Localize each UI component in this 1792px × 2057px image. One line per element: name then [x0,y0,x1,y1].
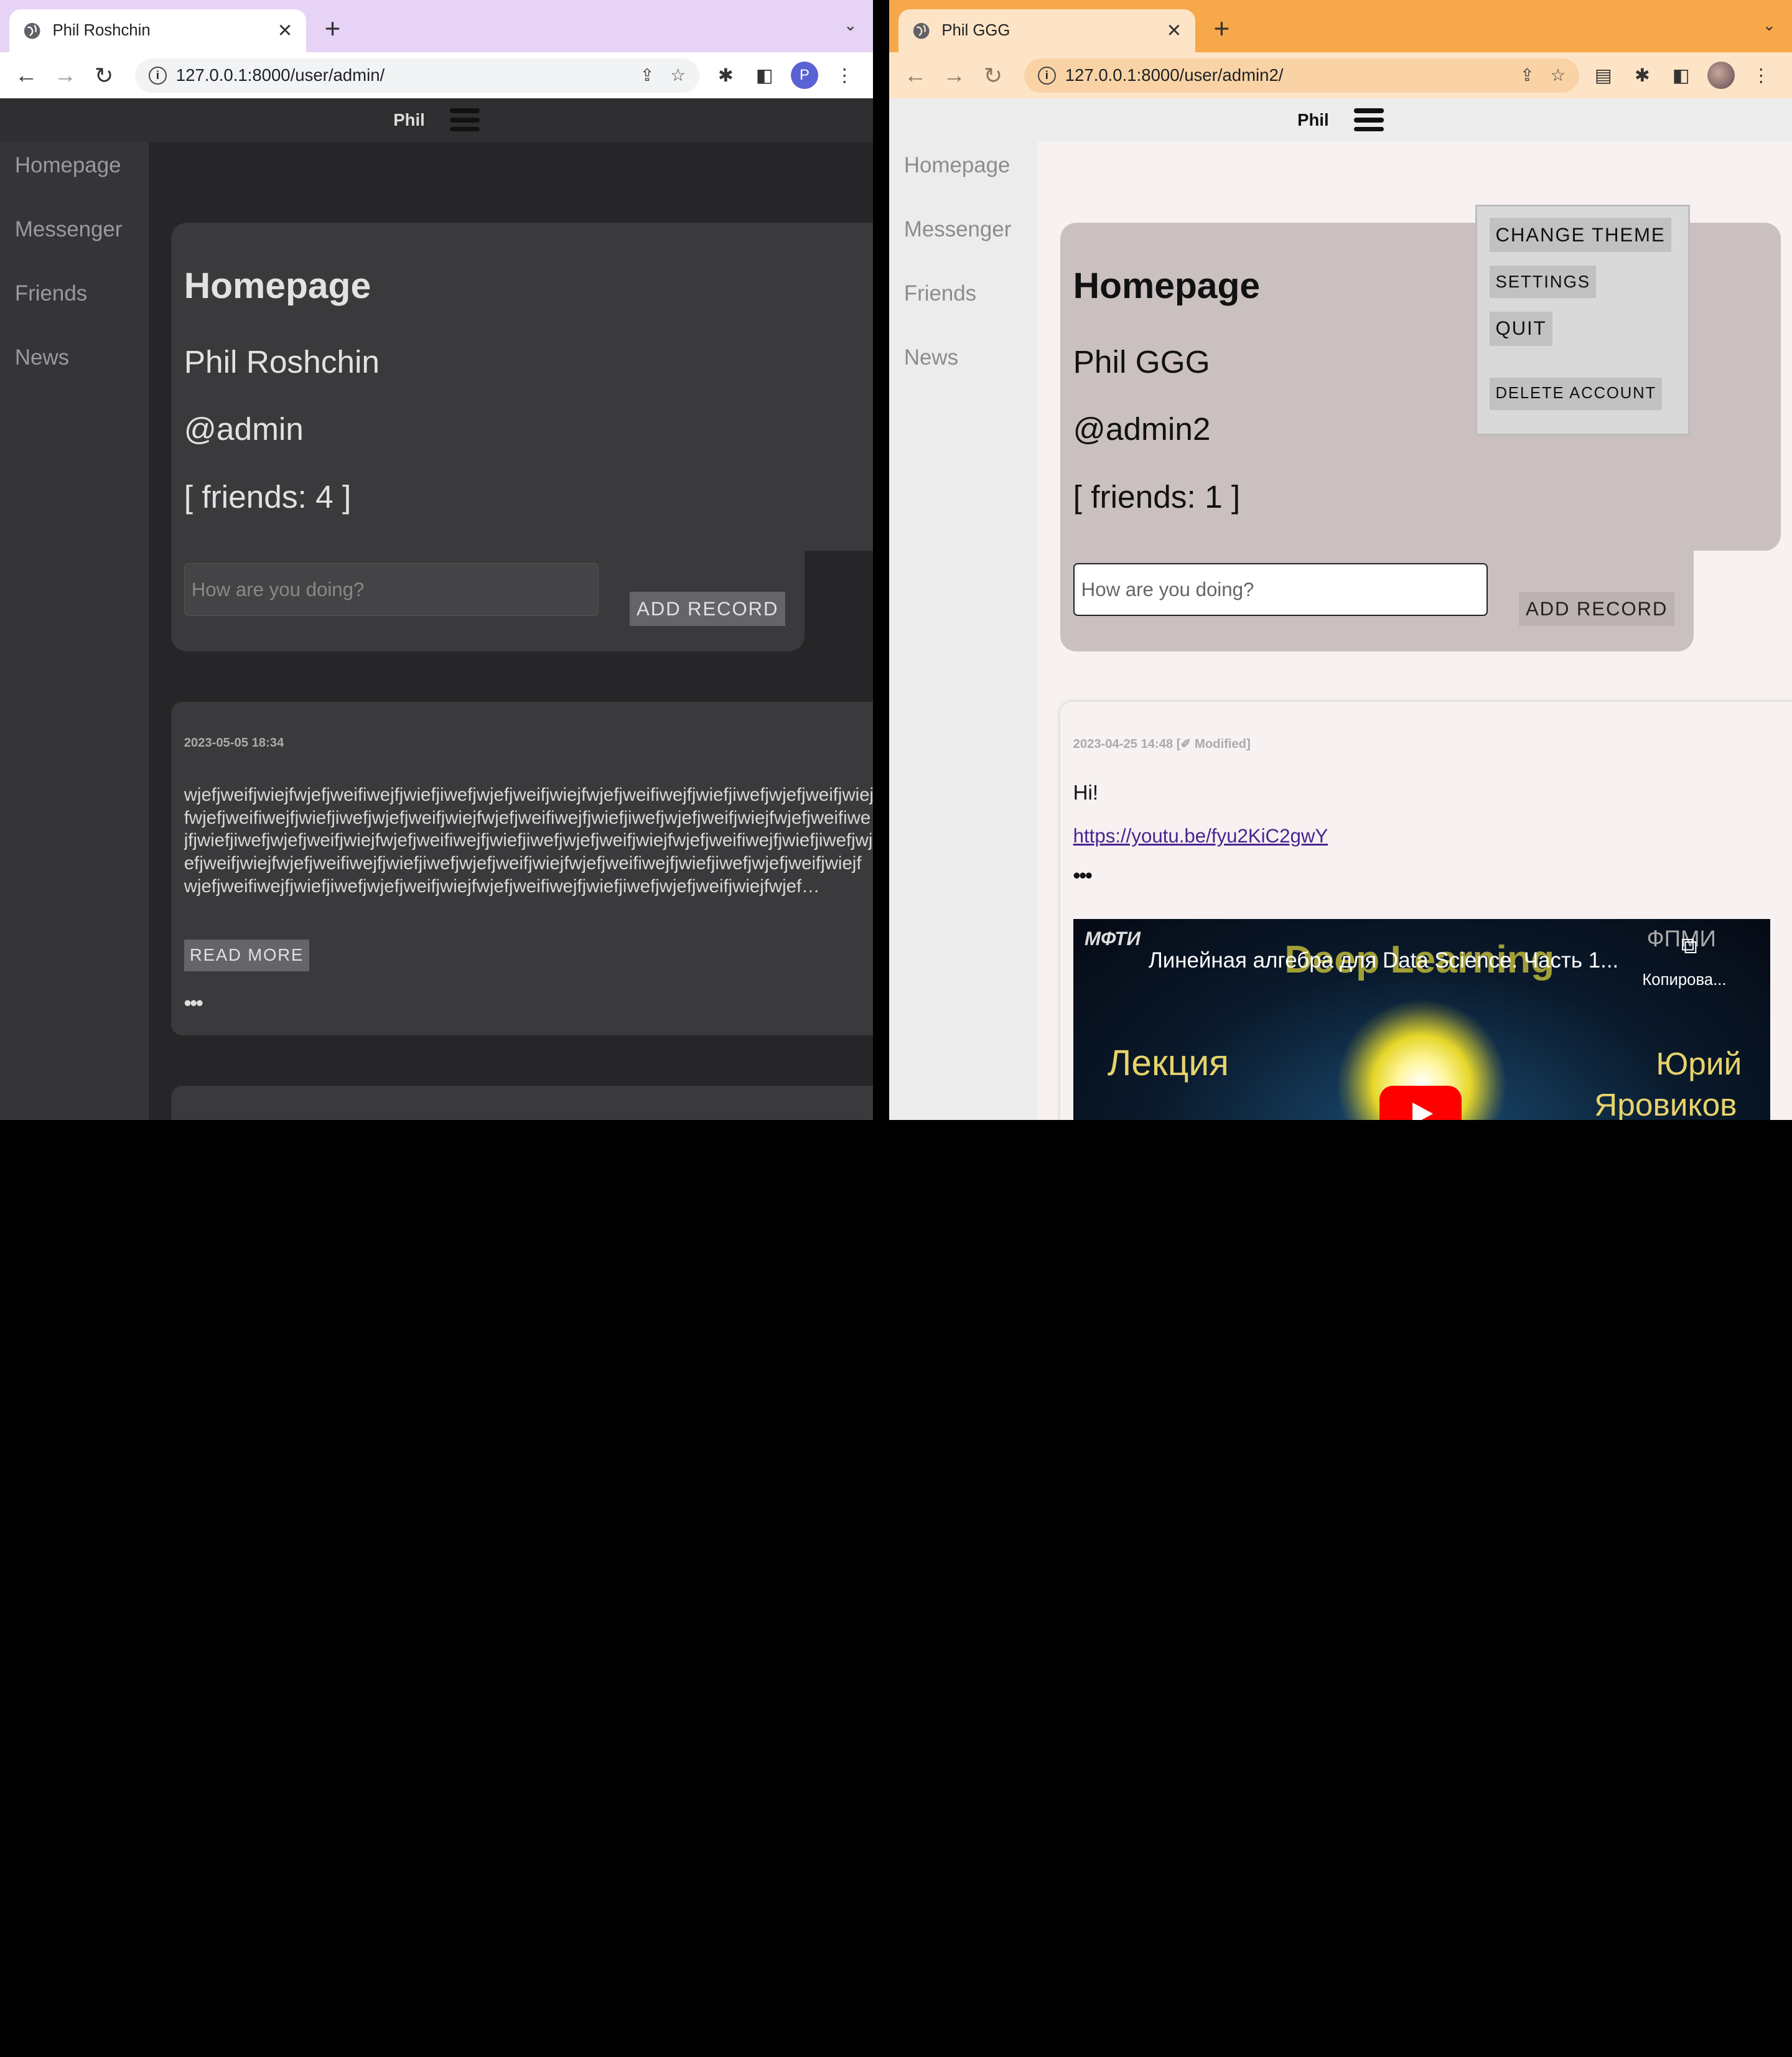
channel-logo: МФТИ [1085,928,1141,950]
quit-button[interactable]: QUIT [1490,311,1552,346]
main-content: Homepage Phil Roshchin @admin [ friends:… [148,141,874,1120]
friends-count[interactable]: [ friends: 1 ] [1073,478,1241,515]
forward-icon[interactable]: → [935,62,973,88]
close-tab-icon[interactable]: ✕ [1167,20,1182,42]
browser-tab[interactable]: Phil GGG ✕ [898,9,1196,53]
post-date: 2023-04-25 14:48 [✐ Modified] [1073,737,1251,751]
reload-icon[interactable]: ↻ [85,62,123,89]
sidebar-item-homepage[interactable]: Homepage [15,153,121,178]
video-author-first: Юрий [1656,1045,1742,1081]
kebab-menu-icon[interactable]: ⋮ [1742,65,1780,86]
back-icon[interactable]: ← [896,62,935,88]
play-button-icon[interactable] [1379,1085,1462,1120]
reload-icon[interactable]: ↻ [974,62,1012,89]
info-icon[interactable]: i [148,66,167,85]
page: Phil Homepage Messenger Friends News Hom… [889,98,1792,1120]
profile-handle: @admin [184,411,304,447]
sidebar-item-friends[interactable]: Friends [15,281,87,306]
video-author-last: Яровиков [1594,1086,1737,1120]
avatar[interactable]: P [790,62,818,90]
video-title[interactable]: Линейная алгебра для Data Science. Часть… [1149,948,1618,973]
star-icon[interactable]: ☆ [670,65,686,85]
side-panel-icon[interactable]: ◧ [745,65,783,86]
post-card [171,1085,874,1120]
copy-link-label[interactable]: Копирова... [1642,971,1726,989]
new-tab-icon[interactable]: + [1214,14,1230,45]
new-tab-icon[interactable]: + [325,14,341,45]
extensions-icon[interactable]: ✱ [706,65,745,86]
sidebar-item-messenger[interactable]: Messenger [15,217,123,242]
sidebar-item-messenger[interactable]: Messenger [904,217,1012,242]
reading-list-icon[interactable]: ▤ [1584,65,1623,86]
settings-button[interactable]: SETTINGS [1490,266,1597,298]
window-divider [873,0,889,1120]
side-panel-icon[interactable]: ◧ [1661,65,1700,86]
url-text: 127.0.0.1:8000/user/admin/ [175,65,385,85]
sidebar: Homepage Messenger Friends News [0,141,149,1120]
record-input[interactable] [184,563,599,616]
hamburger-menu-icon[interactable] [450,108,480,132]
main-content: Homepage Phil GGG @admin2 [ friends: 1 ]… [1037,141,1792,1120]
tab-strip: Phil GGG ✕ + ⌄ [889,0,1792,53]
post-options-icon[interactable]: ••• [184,992,203,1015]
avatar[interactable] [1707,62,1735,90]
sidebar-item-friends[interactable]: Friends [904,281,976,306]
profile-name: Phil GGG [1073,343,1210,380]
youtube-embed[interactable]: Deep Learning МФТИ Линейная алгебра для … [1073,918,1771,1120]
right-browser-window: Phil GGG ✕ + ⌄ ← → ↻ i 127.0.0.1:8000/us… [889,0,1792,1120]
hamburger-menu-icon[interactable] [1354,108,1384,132]
change-theme-button[interactable]: CHANGE THEME [1490,218,1671,253]
kebab-menu-icon[interactable]: ⋮ [825,65,864,86]
browser-tab[interactable]: Phil Roshchin ✕ [9,9,307,53]
friends-count[interactable]: [ friends: 4 ] [184,478,352,515]
post-link[interactable]: https://youtu.be/fyu2KiC2gwY [1073,825,1328,847]
post-date: 2023-05-05 18:34 [184,735,284,750]
record-input[interactable] [1073,563,1488,616]
chevron-down-icon[interactable]: ⌄ [844,16,857,35]
page-title: Homepage [184,266,371,307]
globe-icon [913,22,930,39]
back-icon[interactable]: ← [7,62,45,88]
forward-icon[interactable]: → [45,62,84,88]
left-browser-window: Phil Roshchin ✕ + ⌄ ← → ↻ i 127.0.0.1:80… [0,0,874,1120]
post-options-icon[interactable]: ••• [1073,864,1093,888]
profile-name: Phil Roshchin [184,343,380,380]
post-text: Hi! [1073,781,1099,805]
chevron-down-icon[interactable]: ⌄ [1763,16,1776,35]
header-username: Phil [1297,110,1329,129]
tab-title: Phil Roshchin [52,22,151,40]
account-dropdown-menu: CHANGE THEME SETTINGS QUIT DELETE ACCOUN… [1475,204,1691,436]
delete-account-button[interactable]: DELETE ACCOUNT [1490,378,1663,410]
browser-toolbar: ← → ↻ i 127.0.0.1:8000/user/admin2/ ⇪ ☆ … [889,52,1792,98]
extensions-icon[interactable]: ✱ [1623,65,1661,86]
share-icon[interactable]: ⇪ [640,65,654,85]
video-lecture-word: Лекция [1107,1043,1229,1084]
close-tab-icon[interactable]: ✕ [278,20,293,42]
header-username: Phil [393,110,425,129]
page: Phil Homepage Messenger Friends News Hom… [0,98,874,1120]
globe-icon [24,22,40,39]
page-title: Homepage [1073,266,1261,307]
sidebar-item-news[interactable]: News [904,345,958,370]
sidebar-item-news[interactable]: News [15,345,69,370]
info-icon[interactable]: i [1037,66,1057,85]
star-icon[interactable]: ☆ [1551,65,1566,85]
address-bar[interactable]: i 127.0.0.1:8000/user/admin/ ⇪ ☆ [134,58,700,93]
browser-toolbar: ← → ↻ i 127.0.0.1:8000/user/admin/ ⇪ ☆ ✱… [0,52,874,98]
profile-handle: @admin2 [1073,411,1211,447]
post-text: wjefjweifjwiejfwjefjweifiwejfjwiefjiwefj… [184,784,874,897]
tab-title: Phil GGG [941,22,1010,40]
sidebar: Homepage Messenger Friends News [889,141,1038,1120]
copy-link-icon[interactable]: ⧉ [1681,933,1697,959]
address-bar[interactable]: i 127.0.0.1:8000/user/admin2/ ⇪ ☆ [1024,58,1580,93]
add-record-button[interactable]: ADD RECORD [630,592,786,627]
share-icon[interactable]: ⇪ [1520,65,1534,85]
tab-strip: Phil Roshchin ✕ + ⌄ [0,0,874,53]
add-record-button[interactable]: ADD RECORD [1518,592,1675,627]
read-more-button[interactable]: READ MORE [184,939,310,972]
site-header: Phil [0,98,874,142]
url-text: 127.0.0.1:8000/user/admin2/ [1065,65,1284,85]
site-header: Phil [889,98,1792,142]
sidebar-item-homepage[interactable]: Homepage [904,153,1010,178]
